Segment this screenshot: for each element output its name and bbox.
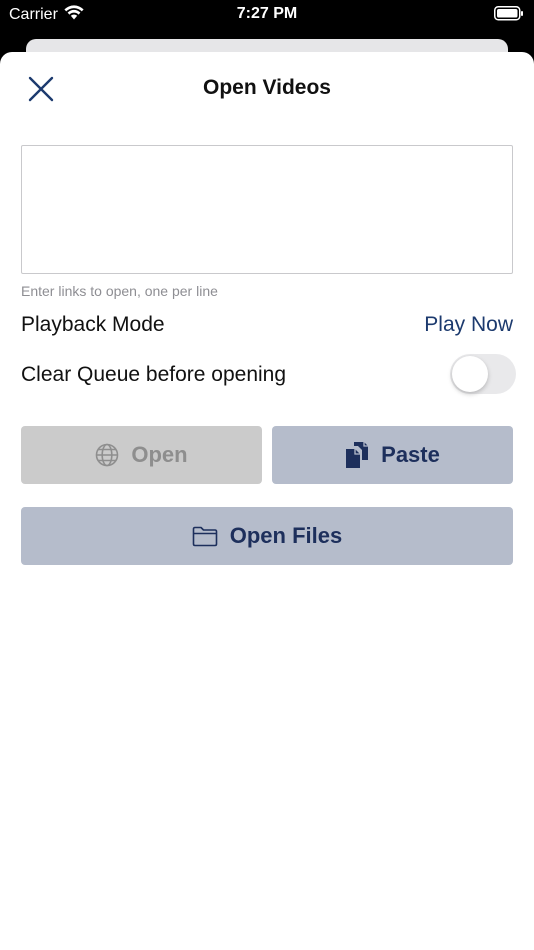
playback-mode-selector[interactable]: Play Now: [424, 313, 513, 337]
links-input-hint: Enter links to open, one per line: [21, 283, 218, 299]
open-videos-sheet: Open Videos Enter links to open, one per…: [0, 52, 534, 950]
links-input[interactable]: [21, 145, 513, 274]
clipboard-icon: [346, 442, 369, 468]
open-button-label: Open: [131, 442, 188, 467]
folder-icon: [192, 526, 218, 546]
clear-queue-label: Clear Queue before opening: [21, 363, 287, 386]
clear-queue-toggle[interactable]: [450, 354, 516, 394]
status-time: 7:27 PM: [236, 5, 298, 22]
page-title: Open Videos: [203, 76, 331, 99]
globe-icon: [96, 443, 119, 467]
toggle-knob: [452, 356, 488, 392]
open-files-button-label: Open Files: [229, 523, 343, 548]
battery-icon: [494, 6, 524, 26]
status-bar: Carrier 7:27 PM: [0, 0, 534, 30]
paste-button[interactable]: Paste: [272, 426, 513, 484]
open-button[interactable]: Open: [21, 426, 262, 484]
paste-button-label: Paste: [381, 442, 440, 467]
open-files-button[interactable]: Open Files: [21, 507, 513, 565]
playback-mode-label: Playback Mode: [21, 313, 165, 336]
